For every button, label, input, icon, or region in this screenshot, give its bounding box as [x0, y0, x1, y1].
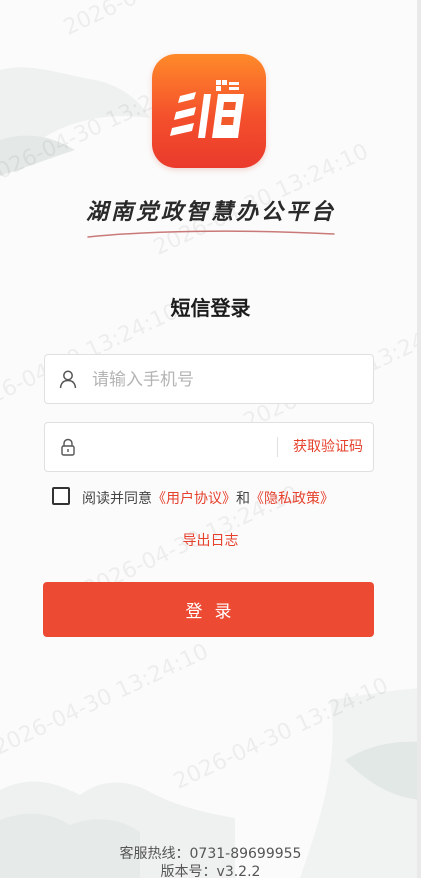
- user-agreement-link[interactable]: 《用户协议》: [152, 491, 236, 507]
- user-icon: [58, 369, 78, 389]
- phone-field: [44, 354, 374, 405]
- agree-and: 和: [236, 491, 250, 507]
- agreement-text: 阅读并同意《用户协议》和《隐私政策》: [82, 488, 334, 508]
- divider: [277, 437, 278, 457]
- watermark: 2026-04-30 13:24:10: [0, 639, 213, 761]
- agree-prefix: 阅读并同意: [82, 491, 152, 507]
- window-edge: [417, 0, 421, 878]
- export-log-link[interactable]: 导出日志: [0, 530, 421, 550]
- page-title: 短信登录: [170, 296, 251, 320]
- watermark: 2026-04-30 13:24:10: [170, 673, 393, 795]
- lock-icon: [58, 437, 78, 457]
- privacy-policy-link[interactable]: 《隐私政策》: [250, 491, 334, 507]
- version-label: 版本号：v3.2.2: [160, 864, 261, 878]
- agree-checkbox[interactable]: [52, 487, 70, 505]
- get-code-button[interactable]: 获取验证码: [293, 423, 363, 471]
- title-underline: [87, 230, 335, 238]
- platform-title: 湖南党政智慧办公平台: [86, 199, 337, 225]
- xiang-logo-icon: [152, 54, 266, 168]
- service-hotline: 客服热线：0731-89699955: [119, 846, 302, 862]
- phone-input[interactable]: [90, 355, 314, 405]
- sms-code-field: 获取验证码: [44, 422, 374, 473]
- login-page: 2026-04-30 13:24:10 2026-04-30 13:24:10 …: [0, 0, 421, 878]
- login-button[interactable]: 登录: [43, 582, 374, 637]
- watermark: 2026-04-30 13:24:10: [60, 0, 282, 41]
- sms-code-input[interactable]: [90, 423, 314, 473]
